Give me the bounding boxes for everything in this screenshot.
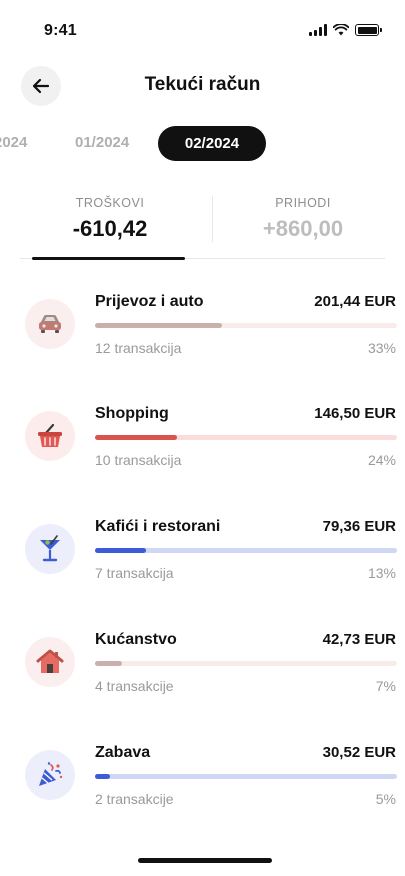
- category-icon-circle: [25, 524, 75, 574]
- category-amount: 201,44 EUR: [314, 293, 396, 310]
- tab-income-label: PRIHODI: [275, 196, 331, 210]
- cellular-signal-icon: [309, 24, 327, 36]
- tab-income[interactable]: PRIHODI +860,00: [213, 190, 393, 256]
- category-name: Prijevoz i auto: [95, 293, 204, 310]
- month-item[interactable]: 01/2024: [75, 134, 129, 151]
- battery-icon: [355, 24, 382, 36]
- home-indicator[interactable]: [138, 858, 272, 863]
- category-icon-circle: [25, 299, 75, 349]
- expense-income-tabs: TROŠKOVI -610,42 PRIHODI +860,00: [20, 190, 385, 262]
- category-progress-track: [95, 661, 397, 666]
- category-progress-track: [95, 323, 397, 328]
- month-item-selected[interactable]: 02/2024: [158, 126, 266, 161]
- cocktail-glass-icon: [40, 535, 60, 562]
- category-row-zabava[interactable]: Zabava 30,52 EUR 2 transakcije 5%: [0, 733, 405, 833]
- month-item[interactable]: 2024: [0, 134, 27, 151]
- category-icon-circle: [25, 637, 75, 687]
- category-icon-circle: [25, 750, 75, 800]
- active-tab-indicator: [32, 257, 185, 260]
- category-name: Zabava: [95, 744, 151, 761]
- category-progress-fill: [95, 548, 147, 553]
- category-row-shopping[interactable]: Shopping 146,50 EUR 10 transakcija 24%: [0, 394, 405, 494]
- category-percent: 13%: [367, 565, 396, 581]
- house-icon: [36, 649, 64, 673]
- category-amount: 30,52 EUR: [322, 744, 396, 761]
- category-icon-circle: [25, 411, 75, 461]
- category-percent: 24%: [367, 452, 396, 468]
- category-percent: 7%: [375, 678, 396, 694]
- category-transaction-count: 10 transakcija: [95, 452, 182, 468]
- category-progress-fill: [95, 661, 123, 666]
- category-progress-fill: [95, 323, 222, 328]
- category-row-kucanstvo[interactable]: Kućanstvo 42,73 EUR 4 transakcije 7%: [0, 620, 405, 720]
- category-progress-track: [95, 435, 397, 440]
- category-name: Shopping: [95, 405, 169, 422]
- category-amount: 146,50 EUR: [314, 405, 396, 422]
- category-progress-track: [95, 774, 397, 779]
- category-transaction-count: 2 transakcije: [95, 791, 174, 807]
- category-transaction-count: 12 transakcija: [95, 340, 182, 356]
- category-row-prijevoz[interactable]: Prijevoz i auto 201,44 EUR 12 transakcij…: [0, 282, 405, 382]
- tab-expenses-amount: -610,42: [72, 216, 148, 241]
- category-amount: 79,36 EUR: [322, 518, 396, 535]
- tab-expenses[interactable]: TROŠKOVI -610,42: [20, 190, 200, 256]
- party-popper-icon: [39, 762, 63, 786]
- car-icon: [39, 315, 61, 333]
- category-name: Kućanstvo: [95, 631, 177, 648]
- header: Tekući račun: [0, 64, 405, 108]
- category-row-kafici[interactable]: Kafići i restorani 79,36 EUR 7 transakci…: [0, 507, 405, 607]
- category-transaction-count: 7 transakcija: [95, 565, 174, 581]
- category-percent: 5%: [375, 791, 396, 807]
- category-progress-track: [95, 548, 397, 553]
- shopping-basket-icon: [38, 423, 62, 447]
- category-progress-fill: [95, 774, 111, 779]
- status-bar: 9:41: [0, 0, 405, 60]
- wifi-icon: [333, 24, 349, 36]
- category-name: Kafići i restorani: [95, 518, 221, 535]
- category-percent: 33%: [367, 340, 396, 356]
- category-progress-fill: [95, 435, 177, 440]
- status-icons: [309, 24, 382, 36]
- tab-income-amount: +860,00: [262, 216, 344, 241]
- tab-expenses-label: TROŠKOVI: [75, 196, 145, 210]
- month-selector: 2024 01/2024 02/2024: [0, 126, 405, 162]
- page-title: Tekući račun: [144, 74, 261, 95]
- category-transaction-count: 4 transakcije: [95, 678, 174, 694]
- status-time: 9:41: [44, 22, 77, 39]
- category-amount: 42,73 EUR: [322, 631, 396, 648]
